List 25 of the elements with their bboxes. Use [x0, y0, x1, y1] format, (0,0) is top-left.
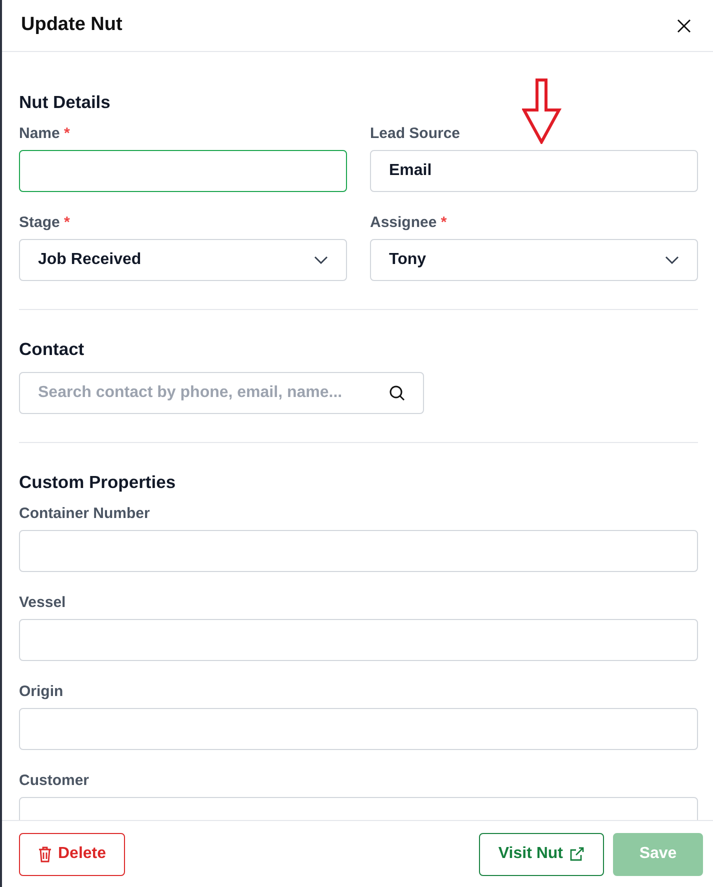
field-label: Name * — [19, 125, 71, 143]
field-label: Assignee * — [370, 214, 448, 232]
section-heading: Custom Properties — [19, 472, 177, 493]
field-label: Origin — [19, 683, 64, 701]
section-heading: Nut Details — [19, 92, 112, 113]
field-label: Customer — [19, 772, 90, 790]
chevron-down-icon — [314, 256, 328, 264]
external-link-icon — [569, 846, 585, 862]
select-field[interactable]: Tony — [370, 239, 698, 281]
section-heading: Contact — [19, 339, 86, 360]
select-field[interactable]: Job Received — [19, 239, 347, 281]
field-label: Stage * — [19, 214, 71, 232]
arrow-icon — [522, 78, 562, 144]
input-field[interactable] — [19, 150, 347, 192]
visit-button[interactable]: Visit Nut — [479, 832, 604, 876]
chevron-down-icon — [665, 256, 679, 264]
delete-button[interactable]: Delete — [19, 832, 126, 876]
search-field[interactable]: Search contact by phone, email, name... — [19, 372, 424, 414]
modal-title: Update Nut — [21, 14, 122, 37]
field-label: Vessel — [19, 594, 67, 612]
field-label: Lead Source — [370, 125, 462, 143]
trash-icon — [38, 846, 52, 862]
field-label: Container Number — [19, 505, 151, 523]
input-field[interactable]: Email — [370, 150, 698, 192]
search-icon — [389, 385, 405, 401]
